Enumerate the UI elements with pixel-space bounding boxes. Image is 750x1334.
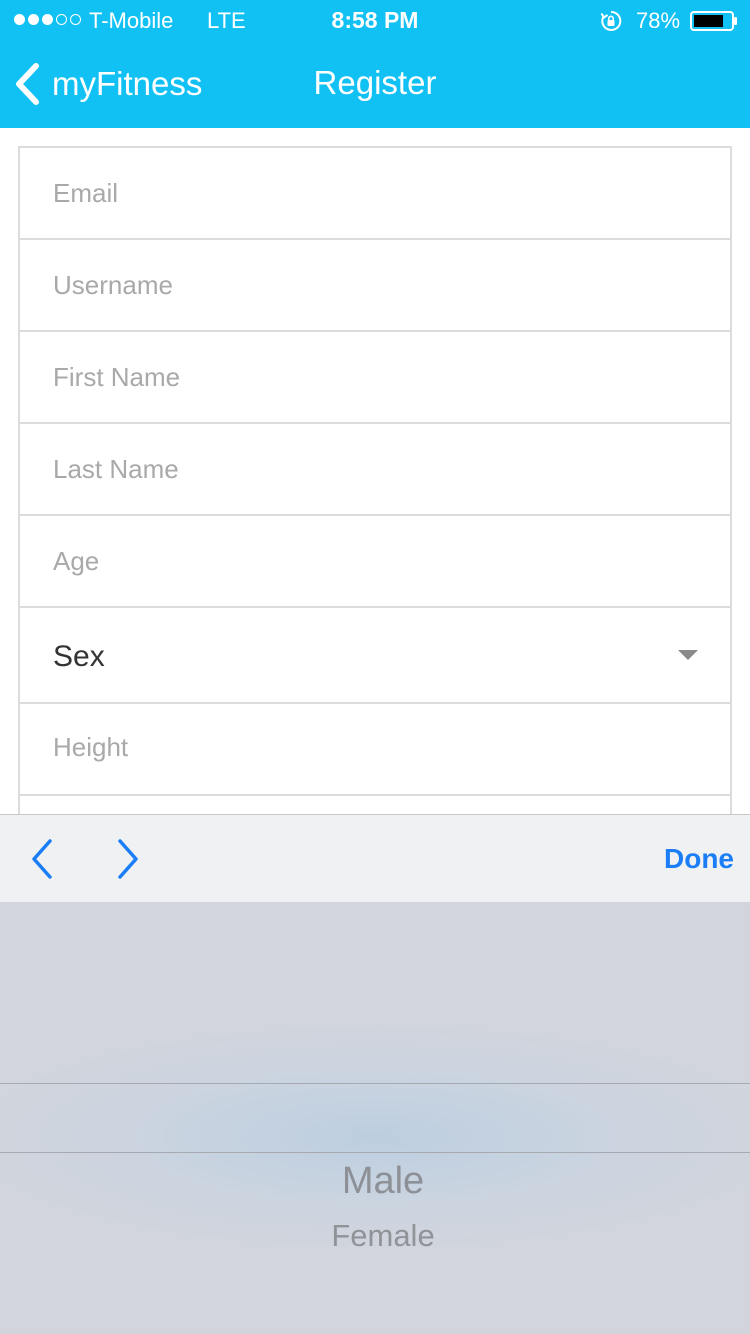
last-name-field[interactable]: Last Name (20, 422, 730, 514)
keyboard-toolbar: Done (0, 814, 750, 902)
height-field-placeholder: Height (53, 732, 129, 762)
top-bar: T-Mobile LTE 8:58 PM 78% myFitness Regis… (0, 0, 750, 128)
picker-option-female[interactable]: Female (0, 1218, 750, 1254)
navigation-bar: myFitness Register (0, 40, 750, 128)
registration-form: Email Username First Name Last Name Age … (18, 146, 732, 814)
first-name-field-placeholder: First Name (53, 362, 181, 392)
status-bar: T-Mobile LTE 8:58 PM 78% (0, 0, 750, 40)
email-field-placeholder: Email (53, 178, 119, 208)
age-field-placeholder: Age (53, 546, 100, 576)
last-name-field-placeholder: Last Name (53, 454, 179, 484)
picker-option-male[interactable]: Male (0, 1160, 750, 1203)
sex-select-value: Sex (53, 640, 105, 673)
rotation-lock-icon (600, 10, 622, 31)
next-field-button[interactable] (110, 837, 144, 881)
battery-icon (690, 11, 737, 31)
next-field-partial[interactable] (20, 794, 730, 814)
done-button[interactable]: Done (664, 843, 734, 875)
battery-percentage: 78% (636, 8, 681, 33)
username-field-placeholder: Username (53, 270, 173, 300)
dropdown-caret-icon (678, 650, 698, 660)
picker-selection-bottom-line (0, 1152, 750, 1153)
picker-selection-top-line (0, 1083, 750, 1084)
email-field[interactable]: Email (20, 146, 730, 238)
page-title: Register (313, 64, 437, 101)
sex-select[interactable]: Sex (20, 606, 730, 702)
height-field[interactable]: Height (20, 702, 730, 794)
age-field[interactable]: Age (20, 514, 730, 606)
username-field[interactable]: Username (20, 238, 730, 330)
previous-field-button[interactable] (26, 837, 60, 881)
first-name-field[interactable]: First Name (20, 330, 730, 422)
sex-picker[interactable]: Male Female (0, 902, 750, 1334)
